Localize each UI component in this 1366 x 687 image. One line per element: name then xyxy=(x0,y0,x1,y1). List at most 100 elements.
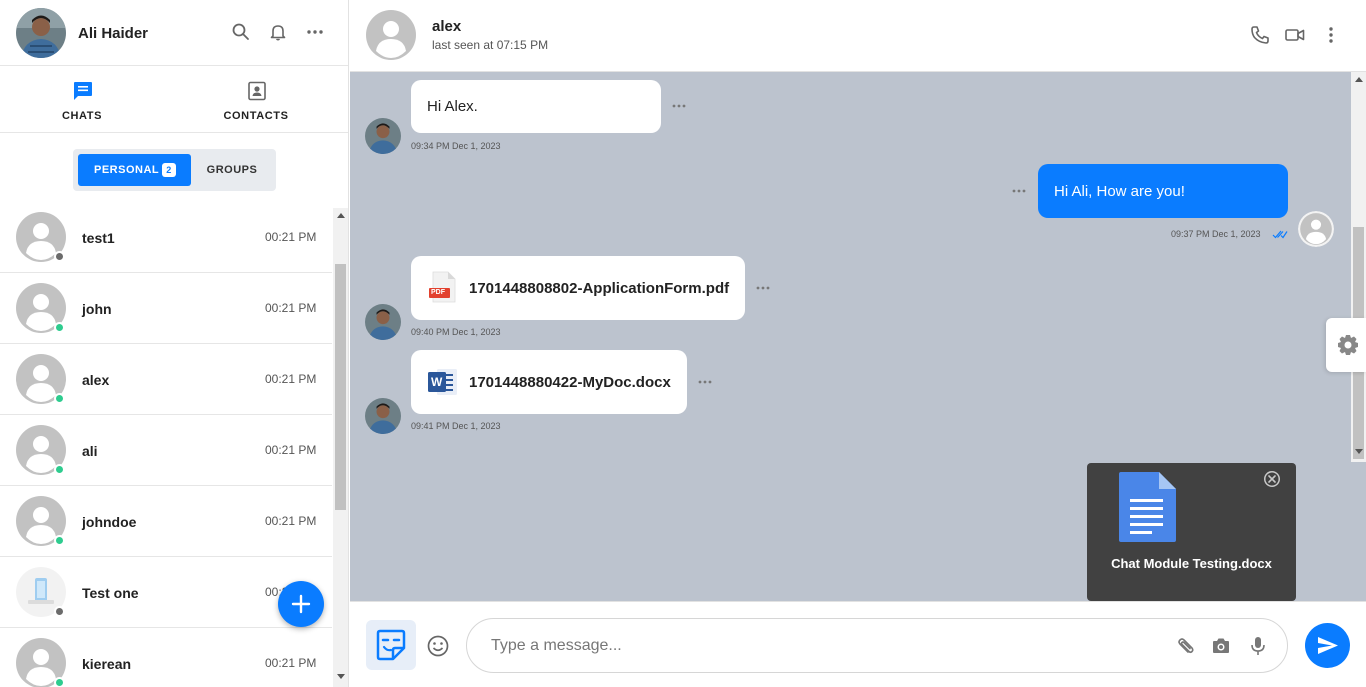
message-composer xyxy=(350,601,1366,687)
contact-name: johndoe xyxy=(82,514,137,530)
contact-name: test1 xyxy=(82,230,115,246)
list-item[interactable]: ali 00:21 PM xyxy=(0,415,332,486)
message-text: Hi Alex. xyxy=(427,98,478,115)
contact-name: alex xyxy=(82,372,110,388)
chat-contact-name: alex xyxy=(432,18,462,35)
contact-name: kierean xyxy=(82,656,132,672)
message-options-icon[interactable] xyxy=(697,379,713,385)
message-options-icon[interactable] xyxy=(755,285,771,291)
message-options-icon[interactable] xyxy=(1011,188,1027,194)
personal-count-badge: 2 xyxy=(162,163,176,177)
contact-time: 00:21 PM xyxy=(265,656,317,670)
gear-icon xyxy=(1338,335,1358,355)
list-item[interactable]: alex 00:21 PM xyxy=(0,344,332,415)
message-bubble[interactable]: Hi Ali, How are you! xyxy=(1038,164,1288,218)
chat-menu-icon[interactable] xyxy=(1320,24,1342,46)
message-bubble[interactable]: Hi Alex. xyxy=(411,80,661,133)
personal-button[interactable]: PERSONAL 2 xyxy=(78,154,191,186)
scroll-up-icon[interactable] xyxy=(337,213,345,218)
status-badge xyxy=(54,251,65,262)
microphone-icon[interactable] xyxy=(1247,635,1269,657)
avatar xyxy=(365,304,401,340)
message-options-icon[interactable] xyxy=(671,103,687,109)
contact-time: 00:21 PM xyxy=(265,443,317,457)
message-text: Hi Ali, How are you! xyxy=(1054,183,1185,200)
user-name: Ali Haider xyxy=(78,25,149,42)
message-area: Hi Alex. 09:34 PM Dec 1, 2023 Hi Ali, Ho… xyxy=(350,72,1366,601)
status-badge xyxy=(54,322,65,333)
file-name[interactable]: 1701448880422-MyDoc.docx xyxy=(469,374,671,391)
message-input[interactable] xyxy=(491,633,1151,659)
sidebar-tabs: CHATS CONTACTS xyxy=(0,67,348,133)
chat-type-segment: PERSONAL 2 GROUPS xyxy=(73,149,276,191)
new-chat-button[interactable] xyxy=(278,581,324,627)
preview-file-name: Chat Module Testing.docx xyxy=(1111,556,1272,571)
plus-icon xyxy=(291,594,311,614)
word-badge: W xyxy=(431,375,443,389)
file-message-bubble[interactable]: W 1701448880422-MyDoc.docx xyxy=(411,350,687,414)
chat-header: alex last seen at 07:15 PM xyxy=(350,0,1366,72)
list-item[interactable]: johndoe 00:21 PM xyxy=(0,486,332,557)
scroll-down-icon[interactable] xyxy=(337,674,345,679)
tab-chats-label: CHATS xyxy=(61,110,103,122)
list-item[interactable]: test1 00:21 PM xyxy=(0,202,332,273)
tab-chats[interactable]: CHATS xyxy=(22,67,142,133)
message-time: 09:34 PM Dec 1, 2023 xyxy=(411,141,501,151)
document-icon xyxy=(1118,472,1178,542)
word-icon: W xyxy=(427,366,459,398)
avatar xyxy=(1298,211,1334,247)
contact-time: 00:21 PM xyxy=(265,301,317,315)
message-time: 09:41 PM Dec 1, 2023 xyxy=(411,421,501,431)
message-time: 09:40 PM Dec 1, 2023 xyxy=(411,327,501,337)
emoji-icon[interactable] xyxy=(426,634,450,658)
contact-time: 00:21 PM xyxy=(265,372,317,386)
scroll-up-icon[interactable] xyxy=(1355,77,1363,82)
close-icon[interactable] xyxy=(1263,470,1281,488)
contact-time: 00:21 PM xyxy=(265,514,317,528)
list-item[interactable]: john 00:21 PM xyxy=(0,273,332,344)
contact-name: Test one xyxy=(82,585,139,601)
more-options-icon[interactable] xyxy=(305,22,325,42)
last-seen-status: last seen at 07:15 PM xyxy=(432,38,549,52)
tab-contacts-label: CONTACTS xyxy=(223,110,289,122)
sticker-button[interactable] xyxy=(366,620,416,670)
send-icon xyxy=(1318,637,1338,654)
file-preview-popup[interactable]: Chat Module Testing.docx xyxy=(1087,463,1296,601)
file-message-bubble[interactable]: PDF 1701448808802-ApplicationForm.pdf xyxy=(411,256,745,320)
tab-contacts[interactable]: CONTACTS xyxy=(196,67,316,133)
contact-list-scrollbar[interactable] xyxy=(333,208,348,687)
avatar[interactable] xyxy=(366,10,416,60)
status-badge xyxy=(54,606,65,617)
contacts-icon xyxy=(246,80,268,102)
list-item[interactable]: kierean 00:21 PM xyxy=(0,628,332,687)
pdf-icon: PDF xyxy=(427,271,459,303)
sidebar-header: Ali Haider xyxy=(0,0,348,66)
paperclip-icon[interactable] xyxy=(1174,635,1196,657)
phone-icon[interactable] xyxy=(1249,24,1271,46)
sticker-icon xyxy=(376,629,406,661)
scroll-down-icon[interactable] xyxy=(1355,449,1363,454)
groups-button[interactable]: GROUPS xyxy=(193,154,271,186)
status-badge xyxy=(54,393,65,404)
status-badge xyxy=(54,677,65,687)
settings-button[interactable] xyxy=(1326,318,1366,372)
avatar[interactable] xyxy=(16,8,66,58)
status-badge xyxy=(54,464,65,475)
pdf-badge: PDF xyxy=(431,289,445,296)
avatar xyxy=(365,118,401,154)
message-input-wrapper xyxy=(466,618,1288,673)
send-button[interactable] xyxy=(1305,623,1350,668)
file-name[interactable]: 1701448808802-ApplicationForm.pdf xyxy=(469,280,729,297)
contact-time: 00:21 PM xyxy=(265,230,317,244)
scrollbar-thumb[interactable] xyxy=(335,264,346,510)
bell-icon[interactable] xyxy=(268,22,288,42)
double-check-icon xyxy=(1272,229,1288,239)
message-area-scrollbar[interactable] xyxy=(1351,72,1366,462)
personal-label: PERSONAL xyxy=(94,164,160,176)
status-badge xyxy=(54,535,65,546)
video-call-icon[interactable] xyxy=(1284,24,1306,46)
camera-icon[interactable] xyxy=(1210,635,1232,657)
sidebar: Ali Haider CHATS CONTACTS PERSONAL 2 GRO… xyxy=(0,0,349,687)
message-time: 09:37 PM Dec 1, 2023 xyxy=(1171,229,1261,239)
search-icon[interactable] xyxy=(231,22,251,42)
